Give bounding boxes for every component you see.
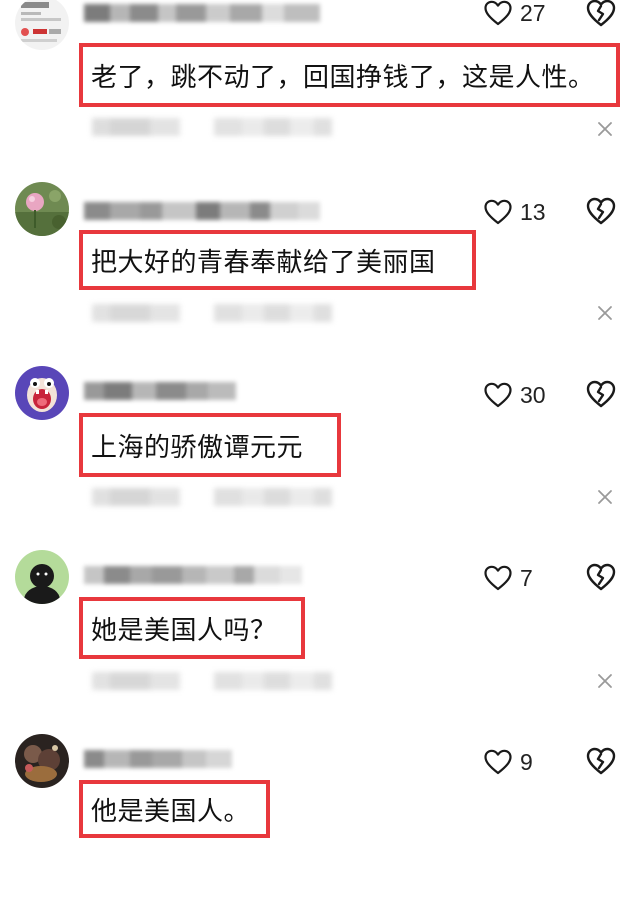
username-blurred xyxy=(84,202,320,222)
like-button[interactable]: 13 xyxy=(484,199,546,225)
comment-item: 13 把大好的青春奉献给了美丽国 xyxy=(0,180,642,364)
comment-highlight-box: 她是美国人吗？ xyxy=(79,597,305,659)
comment-text: 把大好的青春奉献给了美丽国 xyxy=(91,247,436,278)
comment-meta-blurred xyxy=(92,300,332,326)
heart-outline-icon xyxy=(484,199,512,225)
avatar[interactable] xyxy=(15,550,69,604)
avatar[interactable] xyxy=(15,734,69,788)
comment-meta-blurred xyxy=(92,484,332,510)
close-x-icon[interactable] xyxy=(596,672,614,690)
comment-highlight-box: 他是美国人。 xyxy=(79,780,270,838)
comment-highlight-box: 上海的骄傲谭元元 xyxy=(79,413,341,477)
username-blurred xyxy=(84,4,320,24)
close-x-icon[interactable] xyxy=(596,304,614,322)
comment-item: 27 老了，跳不动了，回国挣钱了，这是人性。 xyxy=(0,0,642,178)
comment-text: 老了，跳不动了，回国挣钱了，这是人性。 xyxy=(91,62,595,93)
close-x-icon[interactable] xyxy=(596,120,614,138)
heart-outline-icon xyxy=(484,382,512,408)
username-blurred xyxy=(84,750,232,770)
broken-heart-icon[interactable] xyxy=(586,562,616,592)
like-count: 30 xyxy=(520,382,546,408)
broken-heart-icon[interactable] xyxy=(586,0,616,28)
avatar[interactable] xyxy=(15,0,69,50)
comment-item: 9 他是美国人。 xyxy=(0,734,642,918)
username-blurred xyxy=(84,566,302,586)
like-button[interactable]: 7 xyxy=(484,565,533,591)
like-count: 27 xyxy=(520,0,546,26)
comment-item: 7 她是美国人吗？ xyxy=(0,550,642,734)
like-button[interactable]: 27 xyxy=(484,0,546,26)
like-count: 7 xyxy=(520,565,533,591)
broken-heart-icon[interactable] xyxy=(586,196,616,226)
comment-text: 上海的骄傲谭元元 xyxy=(91,432,304,463)
username-blurred xyxy=(84,382,236,402)
avatar[interactable] xyxy=(15,366,69,420)
close-x-icon[interactable] xyxy=(596,488,614,506)
avatar[interactable] xyxy=(15,182,69,236)
comment-highlight-box: 老了，跳不动了，回国挣钱了，这是人性。 xyxy=(79,43,620,107)
comment-meta-blurred xyxy=(92,668,332,694)
comment-highlight-box: 把大好的青春奉献给了美丽国 xyxy=(79,230,476,290)
comment-text: 他是美国人。 xyxy=(91,796,251,827)
broken-heart-icon[interactable] xyxy=(586,746,616,776)
like-button[interactable]: 30 xyxy=(484,382,546,408)
comment-meta-blurred xyxy=(92,114,332,140)
like-count: 13 xyxy=(520,199,546,225)
comment-text: 她是美国人吗？ xyxy=(91,615,277,646)
broken-heart-icon[interactable] xyxy=(586,379,616,409)
like-count: 9 xyxy=(520,749,533,775)
comment-item: 30 上海的骄傲谭元元 xyxy=(0,366,642,550)
heart-outline-icon xyxy=(484,565,512,591)
like-button[interactable]: 9 xyxy=(484,749,533,775)
heart-outline-icon xyxy=(484,749,512,775)
heart-outline-icon xyxy=(484,0,512,26)
